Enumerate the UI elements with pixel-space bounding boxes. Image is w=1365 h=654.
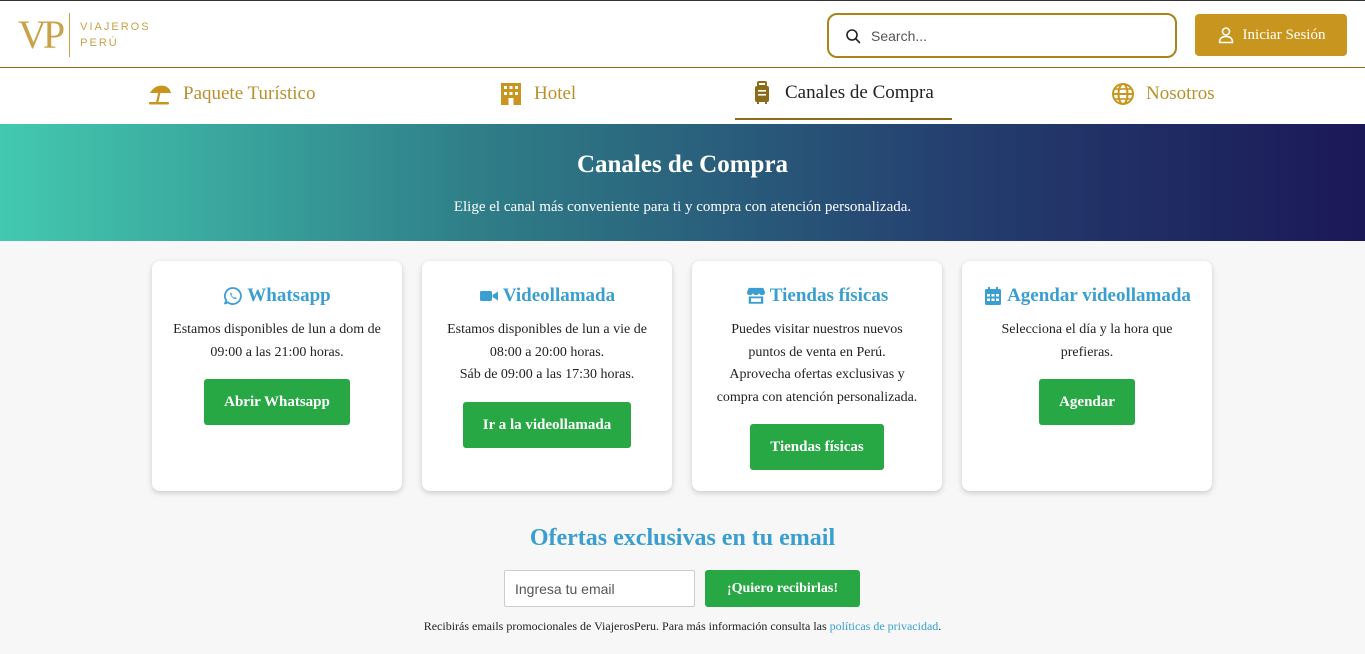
main-nav: Paquete Turístico Hotel Canales de Compr…	[0, 68, 1365, 124]
beach-umbrella-icon	[149, 85, 171, 105]
channel-card-agendar-videollamada: Agendar videollamada Selecciona el día y…	[962, 261, 1212, 491]
channel-card-videollamada: Videollamada Estamos disponibles de lun …	[422, 261, 672, 491]
logo-line-1: VIAJEROS	[80, 21, 151, 33]
card-line: Sáb de 09:00 a las 17:30 horas.	[459, 367, 635, 382]
card-line: Puedes visitar nuestros nuevos	[731, 322, 903, 337]
newsletter-email-input[interactable]	[504, 570, 695, 607]
logo-mark: VP	[18, 12, 65, 57]
card-title: Agendar videollamada	[962, 285, 1212, 307]
open-whatsapp-button[interactable]: Abrir Whatsapp	[204, 379, 350, 425]
user-icon	[1218, 27, 1233, 44]
card-description: Selecciona el día y la hora que prefiera…	[962, 319, 1212, 364]
nav-item-hotel[interactable]: Hotel	[498, 68, 576, 120]
newsletter-subscribe-button[interactable]: ¡Quiero recibirlas!	[705, 570, 860, 607]
login-button[interactable]: Iniciar Sesión	[1195, 14, 1347, 56]
store-icon	[746, 287, 765, 304]
nav-item-canales-de-compra[interactable]: Canales de Compra	[735, 68, 952, 120]
card-line: compra con atención personalizada.	[716, 389, 918, 405]
card-title-text: Whatsapp	[247, 285, 331, 306]
card-line: 09:00 a las 21:00 horas.	[210, 344, 344, 360]
card-line: Aprovecha ofertas exclusivas y	[729, 367, 905, 382]
newsletter-note: Recibirás emails promocionales de Viajer…	[0, 619, 1365, 634]
card-title-text: Videollamada	[502, 285, 616, 306]
logo-line-2: PERÚ	[80, 37, 119, 49]
card-description: Estamos disponibles de lun a dom de 09:0…	[152, 319, 402, 364]
logo-text: VIAJEROS PERÚ	[80, 19, 150, 51]
hero-subtitle: Elige el canal más conveniente para ti y…	[453, 199, 912, 215]
page-title: Canales de Compra	[576, 151, 789, 178]
nav-label: Hotel	[534, 83, 577, 104]
globe-icon	[1112, 83, 1134, 105]
search-box[interactable]	[827, 13, 1177, 58]
note-prefix: Recibirás emails promocionales de Viajer…	[423, 619, 830, 633]
nav-label: Paquete Turístico	[183, 83, 316, 104]
login-label: Iniciar Sesión	[1242, 26, 1326, 43]
whatsapp-icon	[224, 287, 243, 305]
schedule-button[interactable]: Agendar	[1039, 379, 1135, 425]
note-suffix: .	[938, 619, 942, 633]
card-line: prefieras.	[1060, 344, 1114, 360]
card-description: Puedes visitar nuestros nuevos puntos de…	[692, 319, 942, 409]
site-header: VP VIAJEROS PERÚ Iniciar Sesión	[0, 0, 1365, 68]
go-to-videocall-button[interactable]: Ir a la videollamada	[462, 401, 632, 448]
hero-banner: Canales de Compra Elige el canal más con…	[0, 124, 1365, 241]
site-logo[interactable]: VP VIAJEROS PERÚ	[18, 13, 151, 57]
calendar-icon	[985, 287, 1002, 305]
card-line: Estamos disponibles de lun a dom de	[173, 322, 381, 337]
card-line: 08:00 a 20:00 horas.	[489, 344, 605, 360]
card-line: Estamos disponibles de lun a vie de	[447, 322, 647, 337]
card-title: Tiendas físicas	[692, 285, 942, 307]
card-title: Whatsapp	[152, 285, 402, 307]
logo-divider	[69, 13, 71, 57]
search-icon	[846, 28, 861, 43]
newsletter-title: Ofertas exclusivas en tu email	[529, 525, 836, 551]
nav-item-paquete-turistico[interactable]: Paquete Turístico	[147, 68, 315, 120]
search-input[interactable]	[871, 27, 1161, 44]
nav-label: Nosotros	[1146, 83, 1215, 104]
channel-card-whatsapp: Whatsapp Estamos disponibles de lun a do…	[152, 261, 402, 491]
physical-stores-button[interactable]: Tiendas físicas	[750, 424, 884, 470]
hotel-building-icon	[501, 83, 521, 105]
card-title-text: Tiendas físicas	[769, 285, 889, 306]
card-line: Selecciona el día y la hora que	[1001, 322, 1173, 337]
video-camera-icon	[479, 291, 498, 301]
card-description: Estamos disponibles de lun a vie de 08:0…	[422, 319, 672, 387]
card-title: Videollamada	[422, 285, 672, 307]
suitcase-icon	[755, 81, 769, 104]
channel-card-tiendas-fisicas: Tiendas físicas Puedes visitar nuestros …	[692, 261, 942, 491]
nav-item-nosotros[interactable]: Nosotros	[1110, 68, 1215, 120]
nav-label: Canales de Compra	[785, 82, 934, 103]
card-title-text: Agendar videollamada	[1007, 285, 1191, 306]
card-line: puntos de venta en Perú.	[748, 344, 886, 360]
privacy-policy-link[interactable]: políticas de privacidad	[830, 619, 939, 633]
